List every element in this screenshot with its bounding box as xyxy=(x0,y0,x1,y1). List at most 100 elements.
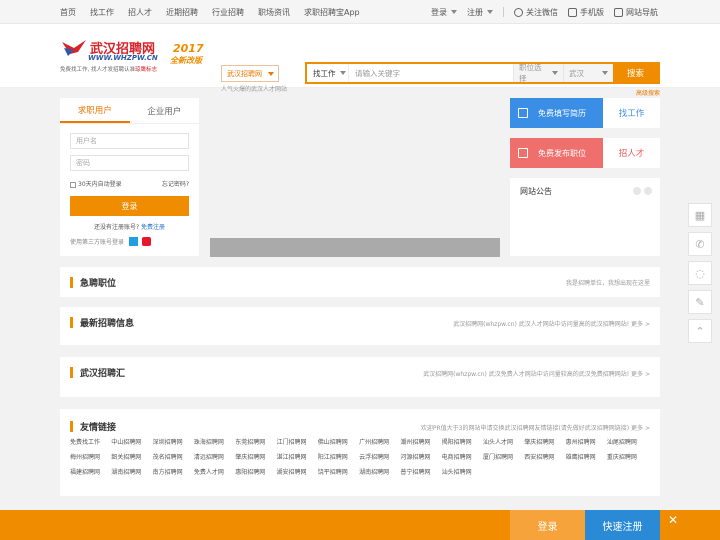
remember-option[interactable]: 30天内自动登录 xyxy=(70,179,122,188)
friend-link[interactable]: 惠州招聘网 xyxy=(566,435,607,450)
friend-link[interactable]: 湖南招聘网 xyxy=(111,465,152,480)
section-more[interactable]: 武汉招聘网(whzpw.cn) 武汉免费人才网站中访问量较高的武汉免费招聘网站!… xyxy=(423,369,650,378)
mobile-link[interactable]: 手机版 xyxy=(568,7,604,18)
friend-link[interactable]: 珠海招聘网 xyxy=(194,435,235,450)
resume-box[interactable]: 免费填写简历 找工作 xyxy=(510,98,660,128)
notice-title: 网站公告 xyxy=(520,187,552,196)
username-field[interactable]: 用户名 xyxy=(70,133,189,149)
friend-link[interactable]: 深圳招聘网 xyxy=(153,435,194,450)
search-input[interactable]: 请输入关键字 xyxy=(349,68,513,79)
friend-link[interactable]: 南方招聘网 xyxy=(153,465,194,480)
post-job-label: 免费发布职位 xyxy=(538,148,586,158)
notice-pager xyxy=(630,187,652,195)
bottom-login-button[interactable]: 登录 xyxy=(510,510,585,540)
login-button[interactable]: 登录 xyxy=(70,196,189,216)
register-link[interactable]: 注册 xyxy=(467,7,483,18)
prev-icon[interactable] xyxy=(633,187,641,195)
search-type-select[interactable]: 找工作 xyxy=(307,64,349,82)
find-job-button[interactable]: 找工作 xyxy=(603,98,660,128)
friend-link[interactable]: 免费找工作 xyxy=(70,435,111,450)
friend-link[interactable]: 湖安招聘网 xyxy=(276,465,317,480)
urgent-section: 急聘职位 我是招聘单位，我想出现在这里 xyxy=(60,267,660,297)
nav-recent[interactable]: 近期招聘 xyxy=(166,7,198,18)
nav-app[interactable]: 求职招聘宝App xyxy=(304,7,360,18)
free-register-link[interactable]: 免费注册 xyxy=(141,224,165,231)
friend-link[interactable]: 云浮招聘网 xyxy=(359,450,400,465)
section-more[interactable]: 武汉招聘网(whzpw.cn) 武汉人才网站中访问量高的武汉招聘网站! 更多 > xyxy=(453,319,650,328)
friend-link[interactable]: 湛江招聘网 xyxy=(276,450,317,465)
friend-link[interactable]: 肇庆招聘网 xyxy=(524,435,565,450)
friend-link[interactable]: 惠阳招聘网 xyxy=(235,465,276,480)
friend-link[interactable]: 雄鹰招聘网 xyxy=(566,450,607,465)
friend-link[interactable]: 揭阳招聘网 xyxy=(442,435,483,450)
friend-link[interactable]: 饶平招聘网 xyxy=(318,465,359,480)
friend-link[interactable]: 佛山招聘网 xyxy=(318,435,359,450)
bottom-register-button[interactable]: 快速注册 xyxy=(585,510,660,540)
friend-link[interactable]: 江门招聘网 xyxy=(276,435,317,450)
friend-link[interactable]: 河源招聘网 xyxy=(400,450,441,465)
login-link[interactable]: 登录 xyxy=(431,7,447,18)
section-more[interactable]: 欢迎PR值大于3的网站申请交换武汉招聘网友情链接(请先做好武汉招聘网链接) 更多… xyxy=(421,423,650,432)
wechat-link[interactable]: 关注微信 xyxy=(514,7,558,18)
password-field[interactable]: 密码 xyxy=(70,155,189,171)
feedback-icon[interactable]: ✎ xyxy=(688,290,712,314)
friend-link[interactable]: 汕头招聘网 xyxy=(442,465,483,480)
position-select[interactable]: 职位选择 xyxy=(513,63,563,83)
friend-link[interactable]: 重庆招聘网 xyxy=(607,450,648,465)
friend-link[interactable]: 湖南招聘网 xyxy=(359,465,400,480)
friend-link[interactable]: 阳江招聘网 xyxy=(318,450,359,465)
post-job-box-left[interactable]: 免费发布职位 xyxy=(510,138,603,168)
nav-industry[interactable]: 行业招聘 xyxy=(212,7,244,18)
close-icon[interactable]: ✕ xyxy=(668,513,678,527)
friend-link[interactable]: 福建招聘网 xyxy=(70,465,111,480)
login-dropdown[interactable]: 登录 xyxy=(431,7,457,18)
forgot-password-link[interactable]: 忘记密码? xyxy=(162,179,189,188)
friend-link[interactable]: 中山招聘网 xyxy=(111,435,152,450)
chevron-down-icon xyxy=(602,71,608,75)
friend-link[interactable]: 电商招聘网 xyxy=(442,450,483,465)
post-job-box[interactable]: 免费发布职位 招人才 xyxy=(510,138,660,168)
site-select[interactable]: 武汉招聘网 xyxy=(221,65,279,82)
advanced-search-link[interactable]: 高级搜索 xyxy=(636,88,660,97)
friend-link[interactable]: 厦门招聘网 xyxy=(483,450,524,465)
sitenav-link[interactable]: 网站导航 xyxy=(614,7,658,18)
friend-link[interactable]: 肇庆招聘网 xyxy=(235,450,276,465)
friend-link[interactable]: 茂名招聘网 xyxy=(153,450,194,465)
nav-home[interactable]: 首页 xyxy=(60,7,76,18)
friend-link[interactable]: 梅州招聘网 xyxy=(70,450,111,465)
tab-seeker[interactable]: 求职用户 xyxy=(60,98,130,123)
friend-links: 免费找工作 中山招聘网 深圳招聘网 珠海招聘网 东莞招聘网 江门招聘网 佛山招聘网 广州招聘网… xyxy=(70,435,650,480)
nav-news[interactable]: 职场资讯 xyxy=(258,7,290,18)
friend-link[interactable]: 汕头人才网 xyxy=(483,435,524,450)
resume-icon[interactable]: ▦ xyxy=(688,203,712,227)
friend-link[interactable]: 广州招聘网 xyxy=(359,435,400,450)
nav-hire[interactable]: 招人才 xyxy=(128,7,152,18)
friend-link[interactable]: 潮州招聘网 xyxy=(400,435,441,450)
checkbox-icon[interactable] xyxy=(70,181,76,188)
section-note[interactable]: 我是招聘单位，我想出现在这里 xyxy=(566,278,650,287)
next-icon[interactable] xyxy=(644,187,652,195)
friend-link[interactable]: 清远招聘网 xyxy=(194,450,235,465)
nav-find-job[interactable]: 找工作 xyxy=(90,7,114,18)
post-job-icon xyxy=(518,148,528,158)
resume-box-left[interactable]: 免费填写简历 xyxy=(510,98,603,128)
search-button[interactable]: 搜索 xyxy=(613,64,658,82)
city-select[interactable]: 武汉 xyxy=(563,64,613,82)
friend-link[interactable]: 免费人才网 xyxy=(194,465,235,480)
friend-link[interactable]: 韶关招聘网 xyxy=(111,450,152,465)
top-nav: 首页 找工作 招人才 近期招聘 行业招聘 职场资讯 求职招聘宝App xyxy=(60,0,374,24)
phone-icon[interactable]: ✆ xyxy=(688,232,712,256)
tab-company[interactable]: 企业用户 xyxy=(130,98,200,123)
friend-link[interactable]: 西安招聘网 xyxy=(524,450,565,465)
friend-link[interactable]: 汕尾招聘网 xyxy=(607,435,648,450)
friend-link[interactable]: 东莞招聘网 xyxy=(235,435,276,450)
section-title: 急聘职位 xyxy=(80,279,117,289)
edition-badge: 全新改版 xyxy=(170,56,202,65)
hire-button[interactable]: 招人才 xyxy=(603,138,660,168)
qq-icon[interactable]: ◌ xyxy=(688,261,712,285)
friend-link[interactable]: 普宁招聘网 xyxy=(400,465,441,480)
register-dropdown[interactable]: 注册 xyxy=(467,7,493,18)
top-icon[interactable]: ⌃ xyxy=(688,319,712,343)
weibo-login-icon[interactable] xyxy=(142,237,152,246)
qq-login-icon[interactable] xyxy=(129,237,139,246)
